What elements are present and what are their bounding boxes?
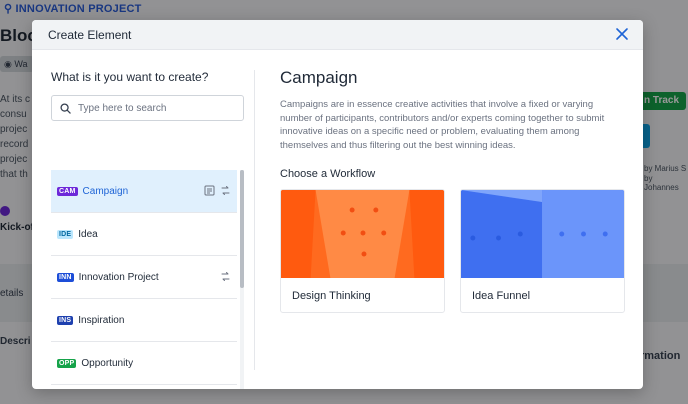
swap-icon (221, 186, 230, 195)
pane-divider (254, 70, 255, 370)
idea-funnel-illustration (461, 190, 624, 278)
background-description: At its c consu projec record projec that… (0, 94, 31, 180)
workflow-card-label: Idea Funnel (472, 289, 531, 302)
list-item-innovation-project[interactable]: INN Innovation Project (51, 256, 237, 299)
tab-details: etails (0, 288, 24, 299)
type-badge: OPP (57, 358, 77, 368)
modal-body: What is it you want to create? CAM Campa… (32, 50, 643, 389)
workflow-card-idea-funnel[interactable]: Idea Funnel (460, 189, 625, 313)
list-icon (204, 185, 215, 196)
element-type-list[interactable]: CAM Campaign IDE Idea INN Innovation Pro… (51, 170, 244, 389)
type-badge: CAM (57, 186, 78, 196)
design-thinking-illustration (281, 190, 444, 278)
modal-title: Create Element (48, 27, 132, 42)
workflow-cards: Design Thinking Idea Funnel (280, 189, 626, 313)
type-badge: IDE (57, 229, 74, 239)
detail-description: Campaigns are in essence creative activi… (280, 99, 605, 151)
type-badge: INN (57, 272, 74, 282)
list-item-campaign[interactable]: CAM Campaign (51, 170, 237, 213)
breadcrumb: ⚲ INNOVATION PROJECT (4, 3, 142, 15)
description-label: Descri (0, 336, 31, 347)
detail-pane: Campaign Campaigns are in essence creati… (280, 68, 626, 313)
list-scrollbar-thumb[interactable] (240, 170, 244, 288)
modal-header: Create Element (32, 20, 643, 50)
search-box[interactable] (51, 95, 244, 121)
eye-icon: ◉ (4, 59, 12, 69)
information-label: rmation (640, 350, 681, 362)
search-input[interactable] (78, 102, 228, 114)
list-item-label: Inspiration (78, 314, 125, 326)
question-label: What is it you want to create? (51, 70, 209, 84)
workflow-title: Choose a Workflow (280, 168, 376, 180)
list-item-label: Opportunity (81, 357, 134, 369)
by-line: by Marius S (644, 164, 687, 173)
phase-dot (0, 206, 10, 216)
background-topbar: ⚲ INNOVATION PROJECT (0, 0, 688, 18)
swap-icon (221, 272, 230, 281)
track-button: n Track (640, 92, 686, 110)
search-icon (60, 102, 71, 114)
workflow-card-design-thinking[interactable]: Design Thinking (280, 189, 445, 313)
close-icon (616, 28, 628, 40)
watch-chip: ◉ Wa (0, 56, 34, 72)
pin-icon: ⚲ (4, 3, 13, 15)
list-item-label: Innovation Project (78, 271, 159, 283)
create-element-modal: Create Element What is it you want to cr… (32, 20, 643, 389)
type-badge: INS (57, 315, 74, 325)
by-line: by Johannes (644, 174, 679, 192)
list-item-label: Campaign (82, 185, 129, 197)
workflow-card-label: Design Thinking (292, 289, 371, 302)
list-item-opportunity[interactable]: OPP Opportunity (51, 342, 237, 385)
detail-heading: Campaign (280, 68, 358, 87)
kickoff-label: Kick-of (0, 222, 34, 233)
list-item-label: Idea (78, 228, 98, 240)
list-item-idea[interactable]: IDE Idea (51, 213, 237, 256)
close-button[interactable] (615, 27, 629, 41)
list-item-inspiration[interactable]: INS Inspiration (51, 299, 237, 342)
